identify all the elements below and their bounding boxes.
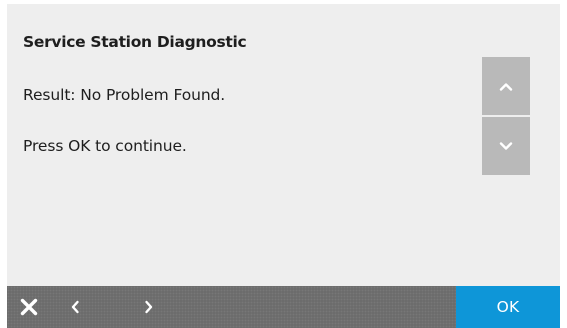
result-text: Result: No Problem Found. xyxy=(23,86,226,104)
dialog-title: Service Station Diagnostic xyxy=(23,33,247,51)
scroll-down-button[interactable] xyxy=(482,117,530,175)
close-icon xyxy=(20,298,38,316)
ok-button-label: OK xyxy=(496,298,520,316)
close-button[interactable] xyxy=(15,286,43,328)
printer-panel-screen: Service Station Diagnostic Result: No Pr… xyxy=(7,4,560,328)
instruction-text: Press OK to continue. xyxy=(23,137,187,155)
ok-button[interactable]: OK xyxy=(456,286,560,328)
scroll-up-button[interactable] xyxy=(482,57,530,115)
chevron-left-icon xyxy=(71,300,79,314)
bottom-navigation-bar: OK xyxy=(7,286,560,328)
forward-button[interactable] xyxy=(135,286,163,328)
chevron-right-icon xyxy=(145,300,153,314)
nav-area xyxy=(7,286,456,328)
chevron-up-icon xyxy=(499,82,513,91)
back-button[interactable] xyxy=(61,286,89,328)
chevron-down-icon xyxy=(499,141,513,150)
